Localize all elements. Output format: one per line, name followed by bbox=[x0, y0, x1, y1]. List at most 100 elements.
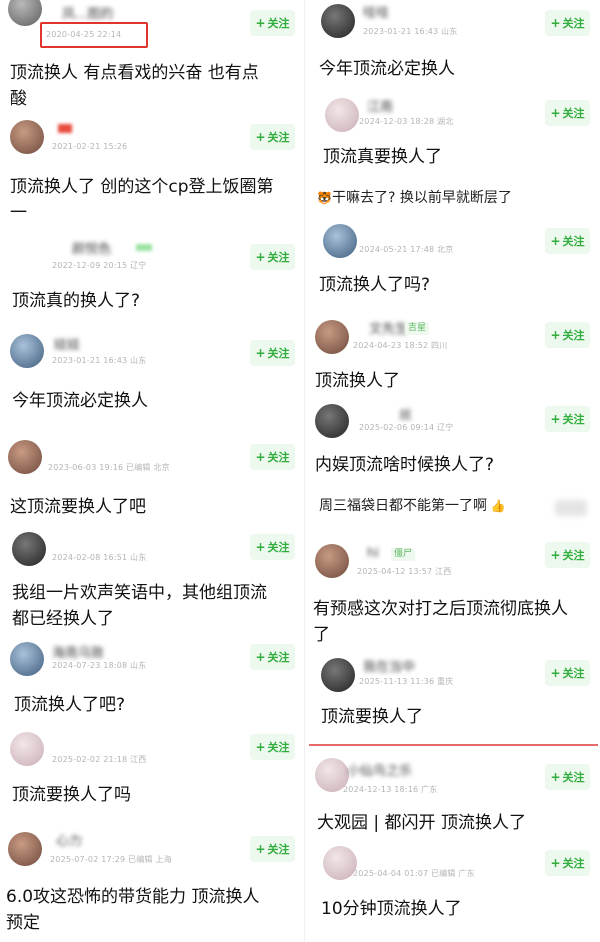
comment-item: 小仙鸟之乐 2024-12-13 18:16 广东 大观园 | 都闪开 顶流换人… bbox=[305, 752, 600, 842]
follow-button[interactable]: + 关注 bbox=[545, 100, 590, 126]
follow-button[interactable]: + 关注 bbox=[545, 660, 590, 686]
follow-label: 关注 bbox=[562, 235, 585, 248]
avatar[interactable] bbox=[10, 642, 44, 676]
plus-icon: + bbox=[550, 770, 561, 784]
follow-label: 关注 bbox=[562, 667, 585, 680]
follow-button[interactable]: + 关注 bbox=[250, 644, 295, 670]
username[interactable]: 海南乌致 bbox=[52, 642, 104, 661]
avatar[interactable] bbox=[315, 320, 349, 354]
username[interactable]: 文先生 bbox=[369, 318, 408, 337]
follow-button[interactable]: + 关注 bbox=[250, 444, 295, 470]
plus-icon: + bbox=[255, 540, 266, 554]
follow-label: 关注 bbox=[267, 541, 290, 554]
avatar[interactable] bbox=[321, 658, 355, 692]
comment-text: 今年顶流必定换人 bbox=[12, 391, 148, 411]
plus-icon: + bbox=[550, 106, 561, 120]
follow-button[interactable]: + 关注 bbox=[545, 850, 590, 876]
username[interactable]: 颜悦色 bbox=[72, 238, 111, 257]
username[interactable]: hi bbox=[367, 546, 379, 561]
comment-item: 2024-05-21 17:48 北京 顶流换人了吗? + 关注 bbox=[305, 222, 600, 312]
timestamp: 2021-02-21 15:26 bbox=[52, 142, 128, 151]
follow-button[interactable]: + 关注 bbox=[250, 534, 295, 560]
username[interactable]: 丝 bbox=[399, 404, 412, 423]
avatar[interactable] bbox=[325, 98, 359, 132]
avatar[interactable] bbox=[10, 334, 44, 368]
emoji-icon: 👍 bbox=[487, 499, 506, 513]
comment-text: 顶流换人了吧? bbox=[14, 695, 126, 715]
avatar[interactable] bbox=[323, 846, 357, 880]
timestamp: 2025-07-02 17:29 已编辑 上海 bbox=[50, 855, 172, 864]
username[interactable]: 哇哇 bbox=[363, 2, 389, 21]
follow-label: 关注 bbox=[562, 413, 585, 426]
timestamp: 2025-04-04 01:07 已编辑 广东 bbox=[353, 869, 475, 878]
username[interactable]: 凤...图的 bbox=[62, 3, 113, 22]
comment-item: 2025-02-02 21:18 江西 顶流要换人了吗 + 关注 bbox=[0, 728, 305, 824]
plus-icon: + bbox=[550, 328, 561, 342]
follow-button[interactable]: + 关注 bbox=[250, 836, 295, 862]
comment-text: 这顶流要换人了吧 bbox=[10, 497, 146, 517]
avatar[interactable] bbox=[315, 544, 349, 578]
comment-text: 顶流要换人了吗 bbox=[12, 785, 131, 805]
plus-icon: + bbox=[255, 450, 266, 464]
follow-button[interactable]: + 关注 bbox=[250, 340, 295, 366]
comment-text: 顶流换人了 创的这个cp登上饭圈第 一 bbox=[10, 177, 274, 223]
comment-text: 内娱顶流啥时候换人了? bbox=[315, 455, 495, 475]
comment-item: 颜悦色 2022-12-09 20:15 辽宁 顶流真的换人了? + 关注 bbox=[0, 236, 305, 326]
follow-button[interactable]: + 关注 bbox=[250, 734, 295, 760]
timestamp: 2024-12-13 18:16 广东 bbox=[343, 785, 438, 794]
timestamp: 2023-06-03 19:16 已编辑 北京 bbox=[48, 463, 170, 472]
plus-icon: + bbox=[255, 842, 266, 856]
user-badge: 吉星 bbox=[405, 322, 430, 335]
plus-icon: + bbox=[255, 16, 266, 30]
plus-icon: + bbox=[255, 250, 266, 264]
follow-button[interactable]: + 关注 bbox=[250, 244, 295, 270]
username[interactable]: 心力 bbox=[56, 830, 82, 849]
follow-label: 关注 bbox=[562, 329, 585, 342]
avatar[interactable] bbox=[8, 0, 42, 26]
avatar[interactable] bbox=[10, 120, 44, 154]
follow-button[interactable]: + 关注 bbox=[545, 228, 590, 254]
follow-button[interactable]: + 关注 bbox=[545, 764, 590, 790]
username[interactable]: 小仙鸟之乐 bbox=[347, 760, 412, 779]
user-badge: 僵尸 bbox=[391, 548, 416, 561]
follow-button[interactable]: + 关注 bbox=[545, 406, 590, 432]
avatar[interactable] bbox=[10, 732, 44, 766]
right-comment-column: 哇哇 2023-01-21 16:43 山东 今年顶流必定换人 + 关注 江南 2… bbox=[305, 0, 600, 942]
avatar[interactable] bbox=[12, 532, 46, 566]
comment-text: 大观园 | 都闪开 顶流换人了 bbox=[317, 813, 526, 833]
left-comment-column: 凤...图的 2020-04-25 22:14 顶流换人 有点看戏的兴奋 也有点… bbox=[0, 0, 305, 942]
plus-icon: + bbox=[255, 650, 266, 664]
timestamp: 2025-04-12 13:57 江西 bbox=[357, 567, 452, 576]
follow-label: 关注 bbox=[267, 17, 290, 30]
follow-button[interactable]: + 关注 bbox=[250, 10, 295, 36]
comment-item: 娃娃 2023-01-21 16:43 山东 今年顶流必定换人 + 关注 bbox=[0, 328, 305, 428]
username[interactable]: 我在当中 bbox=[363, 656, 415, 675]
timestamp: 2025-11-13 11:36 重庆 bbox=[359, 677, 454, 686]
comment-text: 6.0攻这恐怖的带货能力 顶流换人 预定 bbox=[6, 887, 260, 933]
plus-icon: + bbox=[550, 16, 561, 30]
comment-item: 哇哇 2023-01-21 16:43 山东 今年顶流必定换人 + 关注 bbox=[305, 0, 600, 90]
avatar[interactable] bbox=[315, 404, 349, 438]
avatar[interactable] bbox=[321, 4, 355, 38]
comment-text: 顶流换人了 bbox=[315, 371, 400, 391]
follow-label: 关注 bbox=[267, 347, 290, 360]
avatar[interactable] bbox=[8, 440, 42, 474]
avatar[interactable] bbox=[323, 224, 357, 258]
avatar[interactable] bbox=[8, 832, 42, 866]
plus-icon: + bbox=[550, 412, 561, 426]
plus-icon: + bbox=[255, 346, 266, 360]
comment-text: 顶流要换人了 bbox=[321, 707, 423, 727]
username[interactable]: 江南 bbox=[367, 96, 393, 115]
follow-button[interactable]: + 关注 bbox=[545, 542, 590, 568]
follow-button[interactable]: + 关注 bbox=[545, 322, 590, 348]
follow-button[interactable]: + 关注 bbox=[545, 10, 590, 36]
timestamp: 2023-01-21 16:43 山东 bbox=[363, 27, 458, 36]
emoji-icon: 🐯 bbox=[317, 191, 332, 205]
follow-label: 关注 bbox=[267, 451, 290, 464]
timestamp: 2022-12-09 20:15 辽宁 bbox=[52, 261, 147, 270]
timestamp: 2024-07-23 18:08 山东 bbox=[52, 661, 147, 670]
follow-button[interactable]: + 关注 bbox=[250, 124, 295, 150]
comment-text: 有预感这次对打之后顶流彻底换人 了 bbox=[313, 599, 568, 645]
timestamp: 2024-05-21 17:48 北京 bbox=[359, 245, 454, 254]
username[interactable]: 娃娃 bbox=[54, 334, 80, 353]
